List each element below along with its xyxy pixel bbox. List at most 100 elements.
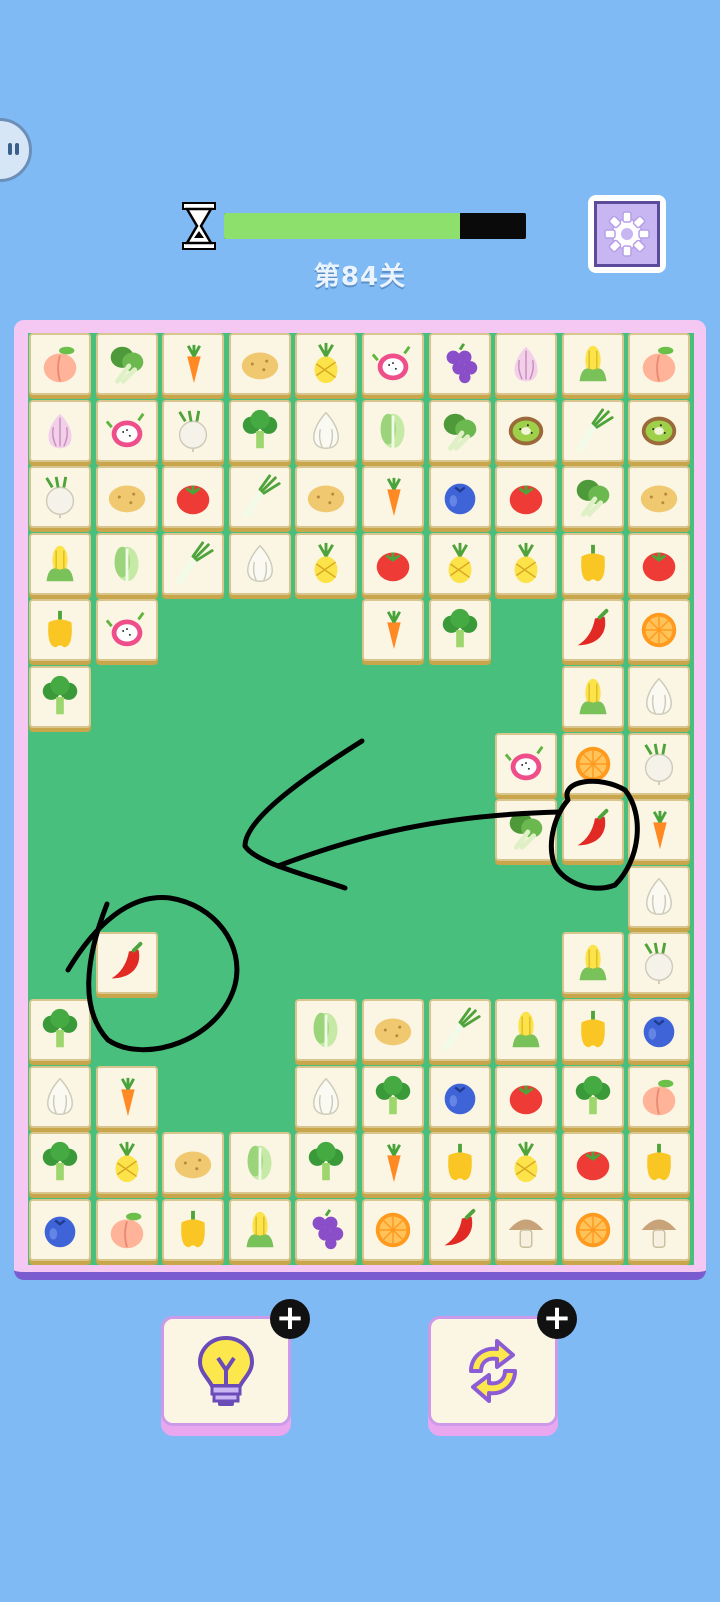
tile-napa-cabbage[interactable] <box>295 999 358 1061</box>
tile-peach[interactable] <box>628 1065 691 1128</box>
tile-tomato[interactable] <box>495 466 558 529</box>
tile-broccoli[interactable] <box>29 666 91 728</box>
tile-kiwi[interactable] <box>495 399 558 462</box>
tile-tomato[interactable] <box>561 1132 624 1195</box>
tile-potato[interactable] <box>95 466 158 529</box>
tile-tomato[interactable] <box>162 466 225 529</box>
tile-dragon-fruit[interactable] <box>495 732 558 795</box>
tile-chili-pepper[interactable] <box>561 799 624 862</box>
tile-chili-pepper[interactable] <box>561 599 624 662</box>
tile-onion[interactable] <box>495 333 558 395</box>
tile-onion[interactable] <box>29 399 91 462</box>
tile-pineapple[interactable] <box>495 532 558 595</box>
tile-broccoli[interactable] <box>362 1065 424 1128</box>
tile-turnip[interactable] <box>628 932 691 995</box>
tile-garlic[interactable] <box>628 865 691 928</box>
tile-bok-choy[interactable] <box>495 799 558 862</box>
tile-carrot[interactable] <box>628 799 691 862</box>
tile-potato[interactable] <box>295 466 358 529</box>
tile-bok-choy[interactable] <box>95 333 158 395</box>
tile-turnip[interactable] <box>628 732 691 795</box>
tile-blueberry[interactable] <box>428 466 491 529</box>
tile-napa-cabbage[interactable] <box>228 1132 291 1195</box>
tile-tomato[interactable] <box>495 1065 558 1128</box>
tile-broccoli[interactable] <box>561 1065 624 1128</box>
tile-corn[interactable] <box>561 666 624 728</box>
tile-scallion[interactable] <box>561 399 624 462</box>
add-shuffle-button[interactable]: + <box>537 1299 577 1339</box>
tile-garlic[interactable] <box>295 399 358 462</box>
tile-blueberry[interactable] <box>628 999 691 1061</box>
settings-button[interactable] <box>588 195 666 273</box>
tile-potato[interactable] <box>362 999 424 1061</box>
tile-corn[interactable] <box>561 333 624 395</box>
tile-dragon-fruit[interactable] <box>95 599 158 662</box>
tile-scallion[interactable] <box>162 532 225 595</box>
tile-dragon-fruit[interactable] <box>95 399 158 462</box>
tile-tomato[interactable] <box>362 532 424 595</box>
tile-napa-cabbage[interactable] <box>95 532 158 595</box>
tile-bell-pepper[interactable] <box>428 1132 491 1195</box>
tile-bok-choy[interactable] <box>428 399 491 462</box>
tile-garlic[interactable] <box>295 1065 358 1128</box>
tile-pineapple[interactable] <box>295 333 358 395</box>
tile-pineapple[interactable] <box>95 1132 158 1195</box>
tile-peach[interactable] <box>628 333 691 395</box>
tile-potato[interactable] <box>162 1132 225 1195</box>
tile-tomato[interactable] <box>628 532 691 595</box>
tile-broccoli[interactable] <box>29 999 91 1061</box>
tile-bell-pepper[interactable] <box>561 999 624 1061</box>
tile-blueberry[interactable] <box>29 1198 91 1261</box>
tile-carrot[interactable] <box>362 466 424 529</box>
tile-chili-pepper[interactable] <box>428 1198 491 1261</box>
tile-corn[interactable] <box>228 1198 291 1261</box>
tile-corn[interactable] <box>29 532 91 595</box>
tile-dragon-fruit[interactable] <box>362 333 424 395</box>
tile-scallion[interactable] <box>228 466 291 529</box>
tile-orange[interactable] <box>362 1198 424 1261</box>
tile-kiwi[interactable] <box>628 399 691 462</box>
tile-broccoli[interactable] <box>29 1132 91 1195</box>
tile-orange[interactable] <box>561 1198 624 1261</box>
tile-turnip[interactable] <box>162 399 225 462</box>
tile-garlic[interactable] <box>29 1065 91 1128</box>
tile-pineapple[interactable] <box>495 1132 558 1195</box>
tile-mushroom[interactable] <box>628 1198 691 1261</box>
tile-broccoli[interactable] <box>428 599 491 662</box>
tile-orange[interactable] <box>561 732 624 795</box>
tile-bok-choy[interactable] <box>561 466 624 529</box>
tile-orange[interactable] <box>628 599 691 662</box>
tile-potato[interactable] <box>228 333 291 395</box>
tile-turnip[interactable] <box>29 466 91 529</box>
side-tab[interactable] <box>0 118 32 182</box>
shuffle-button[interactable]: + <box>428 1299 577 1426</box>
tile-carrot[interactable] <box>162 333 225 395</box>
tile-carrot[interactable] <box>362 599 424 662</box>
tile-chili-pepper[interactable] <box>95 932 158 995</box>
tile-bell-pepper[interactable] <box>561 532 624 595</box>
tile-garlic[interactable] <box>228 532 291 595</box>
tile-corn[interactable] <box>561 932 624 995</box>
tile-grapes[interactable] <box>295 1198 358 1261</box>
tile-pineapple[interactable] <box>295 532 358 595</box>
tile-napa-cabbage[interactable] <box>362 399 424 462</box>
tile-bell-pepper[interactable] <box>162 1198 225 1261</box>
tile-blueberry[interactable] <box>428 1065 491 1128</box>
tile-scallion[interactable] <box>428 999 491 1061</box>
tile-carrot[interactable] <box>362 1132 424 1195</box>
add-hint-button[interactable]: + <box>270 1299 310 1339</box>
tile-grapes[interactable] <box>428 333 491 395</box>
tile-peach[interactable] <box>29 333 91 395</box>
tile-pineapple[interactable] <box>428 532 491 595</box>
tile-bell-pepper[interactable] <box>29 599 91 662</box>
tile-bell-pepper[interactable] <box>628 1132 691 1195</box>
tile-potato[interactable] <box>628 466 691 529</box>
tile-carrot[interactable] <box>95 1065 158 1128</box>
tile-corn[interactable] <box>495 999 558 1061</box>
hint-button[interactable]: + <box>161 1299 310 1426</box>
tile-broccoli[interactable] <box>228 399 291 462</box>
tile-mushroom[interactable] <box>495 1198 558 1261</box>
tile-broccoli[interactable] <box>295 1132 358 1195</box>
tile-garlic[interactable] <box>628 666 691 728</box>
tile-peach[interactable] <box>95 1198 158 1261</box>
